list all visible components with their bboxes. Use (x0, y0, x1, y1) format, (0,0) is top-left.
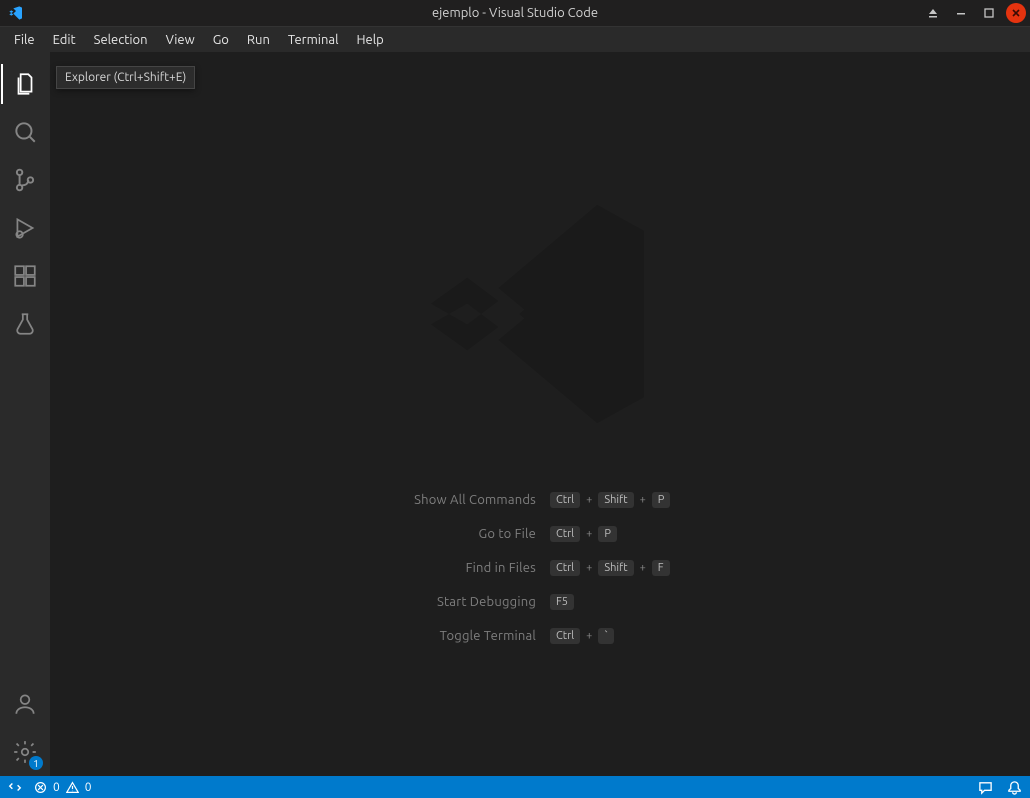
shortcut-keys: Ctrl+P (550, 526, 810, 542)
activity-run-debug[interactable] (1, 204, 49, 252)
activity-accounts[interactable] (1, 680, 49, 728)
title-bar: ejemplo - Visual Studio Code (0, 0, 1030, 26)
status-remote[interactable] (8, 780, 22, 794)
status-problems[interactable]: 0 0 (34, 781, 92, 794)
shortcut-label: Find in Files (270, 561, 550, 575)
menu-edit[interactable]: Edit (45, 31, 84, 49)
menu-go[interactable]: Go (205, 31, 237, 49)
shortcut-keys: Ctrl+Shift+P (550, 492, 810, 508)
eject-icon[interactable] (922, 4, 944, 22)
shortcut-label: Start Debugging (270, 595, 550, 609)
window-title: ejemplo - Visual Studio Code (0, 6, 1030, 20)
shortcut-keys: Ctrl+` (550, 628, 810, 644)
close-icon[interactable] (1006, 3, 1026, 23)
menu-view[interactable]: View (158, 31, 203, 49)
shortcut-label: Go to File (270, 527, 550, 541)
activity-extensions[interactable] (1, 252, 49, 300)
minimize-icon[interactable] (950, 4, 972, 22)
error-count: 0 (53, 781, 60, 794)
workbench: 1 Explorer (Ctrl+Shift+E) Show All Comma… (0, 52, 1030, 776)
menu-terminal[interactable]: Terminal (280, 31, 347, 49)
maximize-icon[interactable] (978, 4, 1000, 22)
window-controls (922, 3, 1030, 23)
menu-file[interactable]: File (6, 31, 43, 49)
settings-badge: 1 (29, 756, 43, 770)
menu-bar: File Edit Selection View Go Run Terminal… (0, 26, 1030, 52)
menu-selection[interactable]: Selection (86, 31, 156, 49)
activity-search[interactable] (1, 108, 49, 156)
remote-icon (8, 780, 22, 794)
vscode-watermark-icon (410, 184, 670, 444)
error-icon (34, 781, 47, 794)
menu-run[interactable]: Run (239, 31, 278, 49)
status-bar: 0 0 (0, 776, 1030, 798)
explorer-tooltip: Explorer (Ctrl+Shift+E) (56, 66, 195, 89)
shortcut-label: Toggle Terminal (270, 629, 550, 643)
warning-icon (66, 781, 79, 794)
menu-help[interactable]: Help (348, 31, 391, 49)
feedback-icon[interactable] (978, 780, 993, 795)
warning-count: 0 (85, 781, 92, 794)
shortcut-keys: F5 (550, 594, 810, 610)
shortcut-keys: Ctrl+Shift+F (550, 560, 810, 576)
vscode-logo-icon (6, 3, 26, 23)
activity-explorer[interactable] (1, 60, 49, 108)
activity-bar: 1 (0, 52, 50, 776)
activity-source-control[interactable] (1, 156, 49, 204)
welcome-shortcuts: Show All Commands Ctrl+Shift+P Go to Fil… (270, 492, 810, 644)
shortcut-label: Show All Commands (270, 493, 550, 507)
activity-testing[interactable] (1, 300, 49, 348)
editor-area: Show All Commands Ctrl+Shift+P Go to Fil… (50, 52, 1030, 776)
bell-icon[interactable] (1007, 780, 1022, 795)
activity-settings[interactable]: 1 (1, 728, 49, 776)
